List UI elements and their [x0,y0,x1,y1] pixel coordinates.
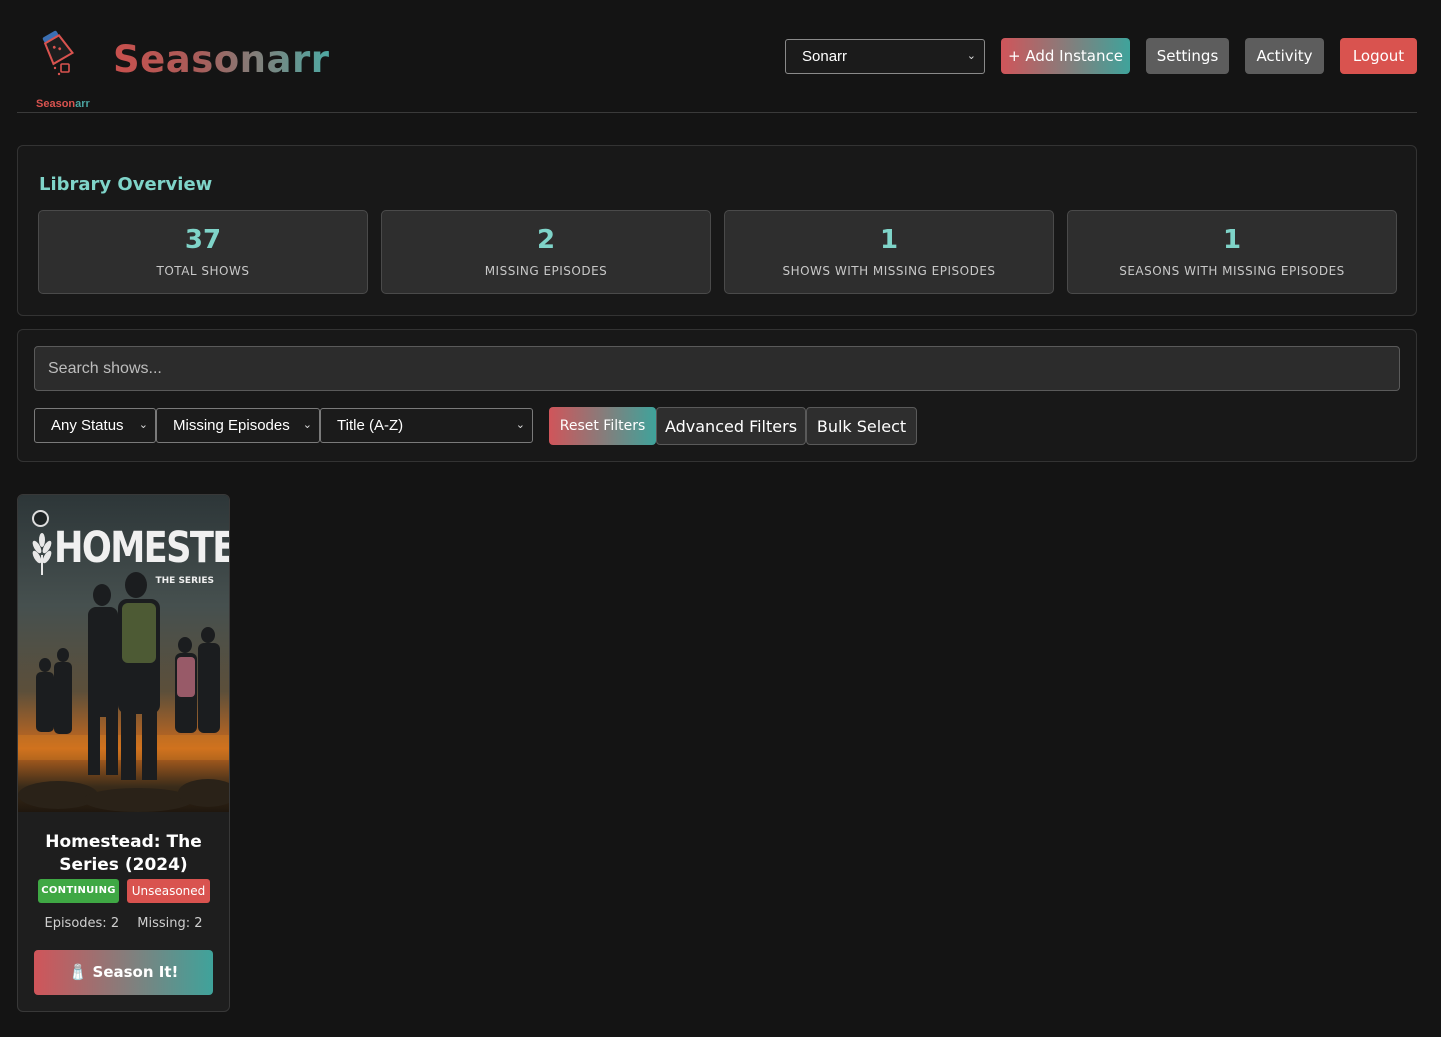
brand-title[interactable]: Seasonarr [113,38,329,81]
stat-label: MISSING EPISODES [484,264,608,278]
status-filter-value: Any Status [51,417,124,434]
bulk-select-button[interactable]: Bulk Select [806,407,917,445]
settings-button[interactable]: Settings [1146,38,1229,74]
poster-subtitle: THE SERIES [155,576,215,586]
activity-button[interactable]: Activity [1245,38,1324,74]
stat-label: SHOWS WITH MISSING EPISODES [782,264,996,278]
stat-value: 1 [879,225,899,255]
add-instance-button[interactable]: + Add Instance [1001,38,1130,74]
poster-title: HOMESTEAD [54,523,229,573]
filters-panel: Any Status ⌄ Missing Episodes ⌄ Title (A… [17,329,1417,462]
missing-count: Missing: 2 [137,916,203,931]
stat-shows-with-missing: 1 SHOWS WITH MISSING EPISODES [724,210,1054,294]
stat-seasons-with-missing: 1 SEASONS WITH MISSING EPISODES [1067,210,1397,294]
stat-label: SEASONS WITH MISSING EPISODES [1119,264,1345,278]
sort-select[interactable]: Title (A-Z) ⌄ [320,408,533,443]
logo-text-arr: arr [75,98,90,110]
status-filter-select[interactable]: Any Status ⌄ [34,408,156,443]
stat-missing-episodes: 2 MISSING EPISODES [381,210,711,294]
episodes-count: Episodes: 2 [44,916,120,931]
logo-text-season: Season [36,98,76,110]
chevron-down-icon: ⌄ [302,419,312,431]
stat-value: 2 [536,225,556,255]
show-poster[interactable]: HOMESTEAD THE SERIES [18,495,229,812]
advanced-filters-button[interactable]: Advanced Filters [656,407,806,445]
sort-select-value: Title (A-Z) [337,417,404,434]
show-title[interactable]: Homestead: The Series (2024) [18,831,229,877]
seasonarr-logo[interactable]: Seasonarr [25,26,90,110]
library-overview-title: Library Overview [39,174,213,195]
stat-label: TOTAL SHOWS [156,264,250,278]
missing-filter-value: Missing Episodes [173,417,290,434]
app-header: Seasonarr Seasonarr Sonarr ⌄ + Add Insta… [17,0,1417,113]
status-badge: CONTINUING [38,879,119,903]
bulk-select-checkbox[interactable] [32,510,49,527]
show-episode-stats: Episodes: 2 Missing: 2 [18,916,229,931]
search-input[interactable] [34,346,1400,391]
show-card[interactable]: HOMESTEAD THE SERIES Homestead: The Seri… [17,494,230,1012]
logo-text: Seasonarr [36,98,90,110]
stat-value: 1 [1222,225,1242,255]
instance-select[interactable]: Sonarr ⌄ [785,39,985,74]
chevron-down-icon: ⌄ [138,419,148,431]
instance-select-value: Sonarr [802,48,848,65]
reset-filters-button[interactable]: Reset Filters [549,407,656,445]
stat-total-shows: 37 TOTAL SHOWS [38,210,368,294]
salt-shaker-icon [42,30,75,76]
season-it-button[interactable]: 🧂 Season It! [34,950,213,995]
library-overview-panel: Library Overview 37 TOTAL SHOWS 2 MISSIN… [17,145,1417,316]
chevron-down-icon: ⌄ [966,50,976,62]
logout-button[interactable]: Logout [1340,38,1417,74]
chevron-down-icon: ⌄ [515,419,525,431]
missing-filter-select[interactable]: Missing Episodes ⌄ [156,408,320,443]
unseasoned-badge: Unseasoned [127,879,210,903]
stat-value: 37 [184,225,222,255]
